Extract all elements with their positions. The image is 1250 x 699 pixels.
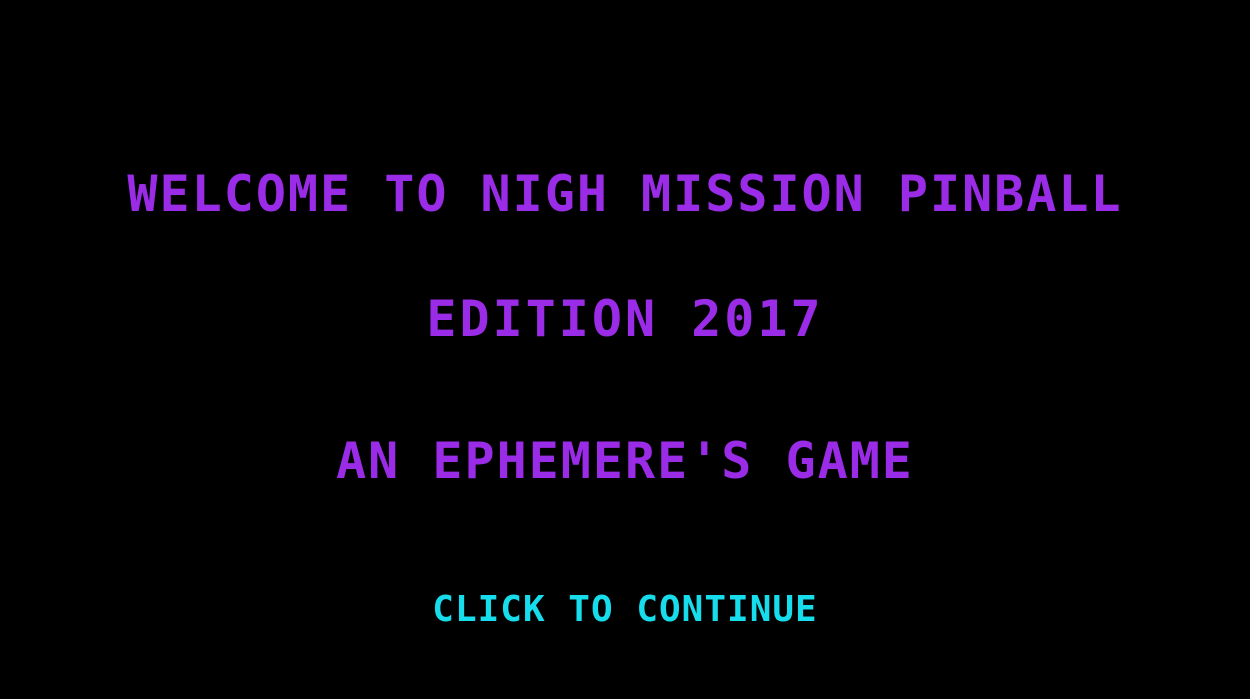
- edition-label: EDITION 2017: [426, 290, 824, 348]
- click-to-continue-button[interactable]: CLICK TO CONTINUE: [0, 588, 1250, 632]
- welcome-title: WELCOME TO NIGH MISSION PINBALL: [127, 165, 1123, 223]
- credit-label: AN EPHEMERE'S GAME: [336, 432, 914, 490]
- splash-screen[interactable]: WELCOME TO NIGH MISSION PINBALL EDITION …: [0, 0, 1250, 699]
